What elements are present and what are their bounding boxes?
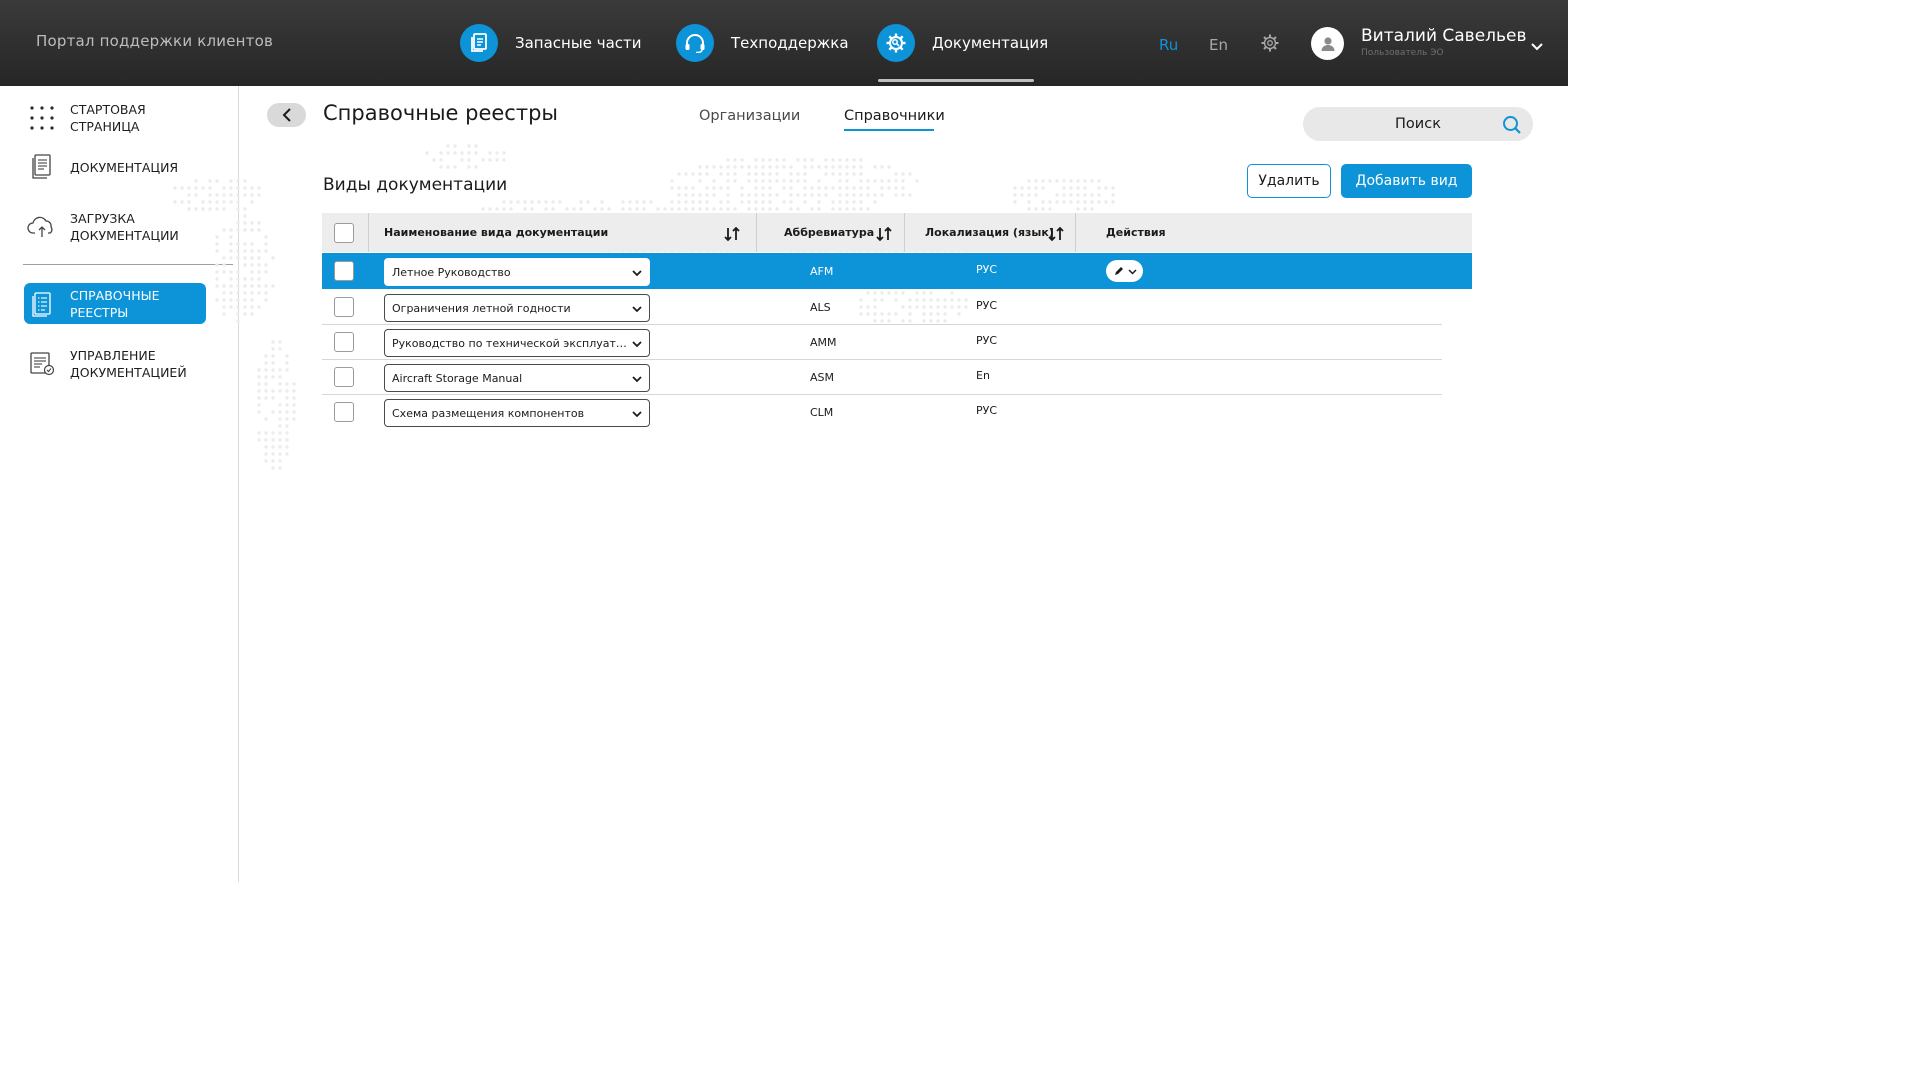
chevron-down-icon [632,376,642,383]
lang-en[interactable]: En [1209,36,1228,54]
gear-search-icon [877,24,915,62]
doc-type-value: Ограничения летной годности [392,302,571,315]
doc-type-select[interactable]: Руководство по технической эксплуатации … [384,329,650,357]
table-row[interactable]: Руководство по технической эксплуатации … [322,324,1442,360]
sort-icon[interactable] [1046,224,1066,244]
doc-type-select[interactable]: Aircraft Storage Manual [384,364,650,392]
search-icon[interactable] [1502,115,1522,139]
abbr-cell: ASM [810,371,834,384]
doc-type-select[interactable]: Схема размещения компонентов [384,399,650,427]
section-title: Виды документации [323,175,508,195]
lang-ru[interactable]: Ru [1159,36,1178,54]
column-separator [756,213,757,252]
search-placeholder: Поиск [1395,116,1441,132]
column-separator [368,213,369,252]
doc-type-value: Aircraft Storage Manual [392,372,523,385]
column-separator [1075,213,1076,252]
row-checkbox[interactable] [334,402,354,422]
cloud-upload-icon [24,209,60,245]
tab-active-indicator [844,129,934,131]
grid-dots-icon [24,100,60,136]
table-header: Наименование вида документации Аббревиат… [322,213,1472,252]
nav-active-indicator [878,79,1034,82]
locale-cell: РУС [976,263,998,276]
select-all-checkbox[interactable] [334,223,354,243]
chevron-down-icon [632,411,642,418]
locale-cell: РУС [976,404,998,417]
delete-button[interactable]: Удалить [1247,164,1331,198]
top-bar: Портал поддержки клиентов Запасные части… [0,0,1568,86]
nav-label: Документация [932,34,1049,52]
table-row[interactable]: Летное Руководство AFM РУС [322,253,1472,289]
table-row[interactable]: Aircraft Storage Manual ASM En [322,359,1442,395]
document-icon [460,24,498,62]
table-row[interactable]: Схема размещения компонентов CLM РУС [322,394,1442,430]
back-button[interactable] [267,103,306,127]
nav-support[interactable]: Техподдержка [676,24,849,62]
headset-icon [676,24,714,62]
user-name[interactable]: Виталий Савельев [1361,26,1527,46]
locale-cell: РУС [976,334,998,347]
doc-type-value: Схема размещения компонентов [392,407,585,420]
document-list-icon [24,149,60,185]
locale-cell: En [976,369,990,382]
nav-label: Запасные части [515,34,642,52]
pencil-icon [1114,267,1123,275]
nav-spare-parts[interactable]: Запасные части [460,24,642,62]
table-row[interactable]: Ограничения летной годности ALS РУС [322,289,1442,325]
chevron-left-icon [282,108,291,122]
page-title: Справочные реестры [323,101,558,125]
doc-type-value: Руководство по технической эксплуатации … [392,337,632,350]
avatar[interactable] [1311,27,1344,60]
row-checkbox[interactable] [334,261,354,281]
search-input[interactable]: Поиск [1303,107,1533,141]
column-header-locale[interactable]: Локализация (язык) [925,226,1054,239]
chevron-down-icon [632,341,642,348]
column-header-actions: Действия [1106,226,1166,239]
doc-type-value: Летное Руководство [392,266,511,279]
chevron-down-icon[interactable] [1530,37,1544,56]
sidebar-item-label: СТАРТОВАЯ СТРАНИЦА [70,102,146,134]
row-checkbox[interactable] [334,367,354,387]
chevron-down-icon [1127,268,1137,275]
chevron-down-icon [632,306,642,313]
nav-documentation[interactable]: Документация [877,24,1048,62]
gear-icon[interactable] [1260,33,1280,57]
sort-icon[interactable] [874,224,894,244]
nav-label: Техподдержка [731,34,849,52]
sort-icon[interactable] [722,224,742,244]
column-header-name[interactable]: Наименование вида документации [384,226,608,239]
doc-manage-icon [24,346,60,382]
row-checkbox[interactable] [334,332,354,352]
tab-directories[interactable]: Справочники [844,108,945,124]
add-type-button[interactable]: Добавить вид [1341,164,1472,198]
row-checkbox[interactable] [334,297,354,317]
row-actions-menu[interactable] [1106,260,1143,282]
column-header-abbr[interactable]: Аббревиатура [784,226,874,239]
abbr-cell: ALS [810,301,831,314]
user-role: Пользователь ЭО [1361,48,1444,58]
locale-cell: РУС [976,299,998,312]
doc-type-select[interactable]: Ограничения летной годности [384,294,650,322]
tab-organizations[interactable]: Организации [699,108,800,124]
sidebar-item-home[interactable]: СТАРТОВАЯ СТРАНИЦА [24,100,206,136]
registry-list-icon [24,286,60,322]
portal-title: Портал поддержки клиентов [36,32,274,50]
abbr-cell: AFM [810,265,834,278]
column-separator [904,213,905,252]
chevron-down-icon [632,270,642,277]
abbr-cell: CLM [810,406,834,419]
doc-type-select[interactable]: Летное Руководство [384,258,650,286]
abbr-cell: AMM [810,336,837,349]
